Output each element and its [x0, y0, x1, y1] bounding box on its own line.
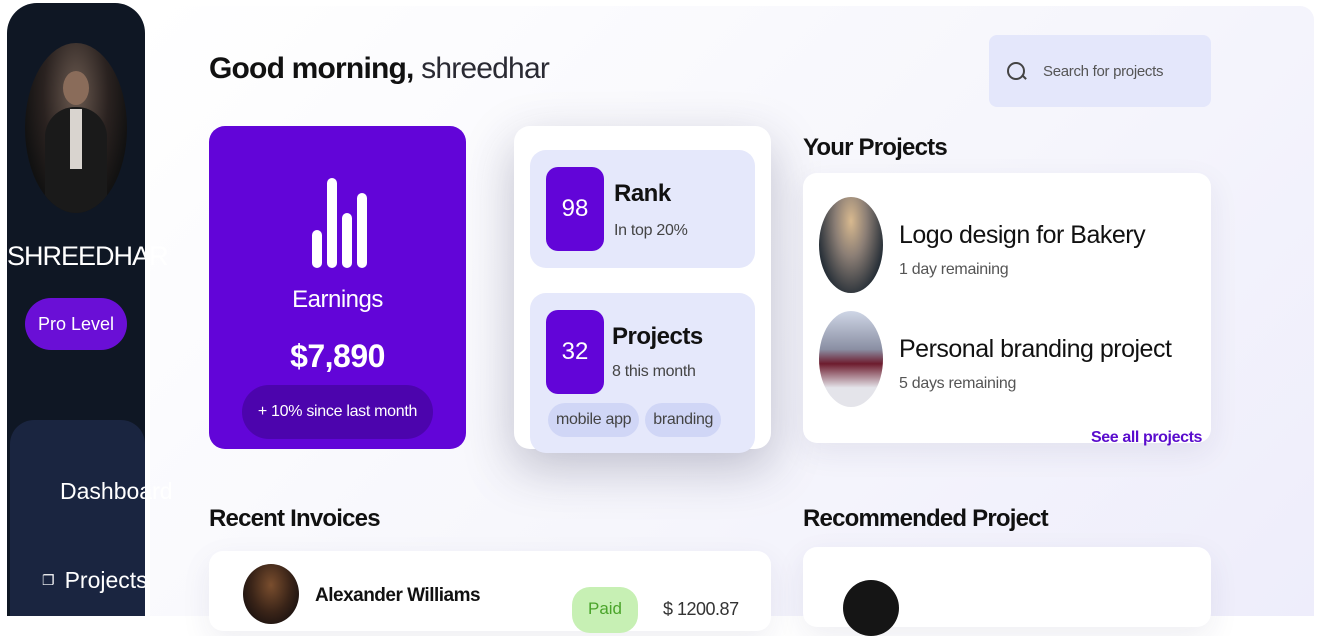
project-due: 1 day remaining	[899, 261, 1009, 278]
search-input[interactable]: Search for projects	[989, 35, 1211, 107]
projects-icon: ❐	[42, 572, 55, 588]
invoices-card: Alexander Williams Paid $ 1200.87	[209, 551, 771, 633]
avatar	[243, 564, 299, 624]
page-greeting: Good morning, shreedhar	[209, 52, 550, 86]
invoice-client-name: Alexander Williams	[315, 585, 481, 606]
project-name: Logo design for Bakery	[899, 221, 1146, 249]
stats-card: 98 Rank In top 20% 32 Projects 8 this mo…	[514, 126, 771, 453]
your-projects-heading: Your Projects	[803, 134, 948, 161]
see-all-projects-link[interactable]: See all projects	[1091, 429, 1202, 447]
sidebar-nav: Dashboard ❐ Projects	[10, 420, 173, 616]
project-tags: mobile app branding	[548, 403, 722, 437]
recommended-project-heading: Recommended Project	[803, 505, 1049, 532]
profile-avatar[interactable]	[25, 43, 127, 213]
bar-chart-icon	[312, 178, 368, 268]
tag-branding[interactable]: branding	[645, 403, 722, 437]
rank-title: Rank	[614, 180, 671, 207]
tag-mobile-app[interactable]: mobile app	[548, 403, 640, 437]
recent-invoices-heading: Recent Invoices	[209, 505, 381, 532]
greeting-text: Good morning,	[209, 52, 414, 85]
search-icon	[1007, 62, 1025, 80]
sidebar-item-label: Projects	[64, 567, 148, 593]
sidebar-item-label: Dashboard	[60, 478, 173, 504]
status-badge: Paid	[572, 587, 638, 633]
sidebar: SHREEDHAR Pro Level Dashboard ❐ Projects	[7, 3, 173, 616]
projects-subtitle: 8 this month	[612, 363, 696, 380]
recommended-project-card[interactable]	[803, 547, 1211, 636]
rank-number: 98	[546, 167, 604, 251]
sidebar-item-projects[interactable]: ❐ Projects	[42, 567, 148, 594]
pro-level-badge[interactable]: Pro Level	[25, 298, 127, 350]
greeting-name: shreedhar	[421, 52, 550, 85]
earnings-value: $7,890	[290, 338, 385, 374]
projects-number: 32	[546, 310, 604, 394]
projects-title: Projects	[612, 323, 703, 350]
sidebar-item-dashboard[interactable]: Dashboard	[60, 478, 173, 505]
project-image	[819, 197, 883, 293]
earnings-label: Earnings	[292, 286, 383, 313]
project-image	[819, 311, 883, 407]
invoice-amount: $ 1200.87	[663, 599, 739, 619]
search-placeholder: Search for projects	[1043, 62, 1164, 80]
avatar	[843, 580, 899, 636]
project-name: Personal branding project	[899, 335, 1172, 363]
rank-subtitle: In top 20%	[614, 222, 688, 239]
rank-stat[interactable]: 98 Rank In top 20%	[530, 150, 755, 268]
your-projects-card: Logo design for Bakery 1 day remaining P…	[803, 173, 1211, 443]
projects-stat[interactable]: 32 Projects 8 this month mobile app bran…	[530, 293, 755, 453]
profile-username: SHREEDHAR	[7, 241, 169, 271]
earnings-card[interactable]: Earnings $7,890 + 10% since last month	[209, 126, 466, 449]
project-due: 5 days remaining	[899, 375, 1017, 392]
earnings-growth-badge: + 10% since last month	[242, 385, 433, 439]
